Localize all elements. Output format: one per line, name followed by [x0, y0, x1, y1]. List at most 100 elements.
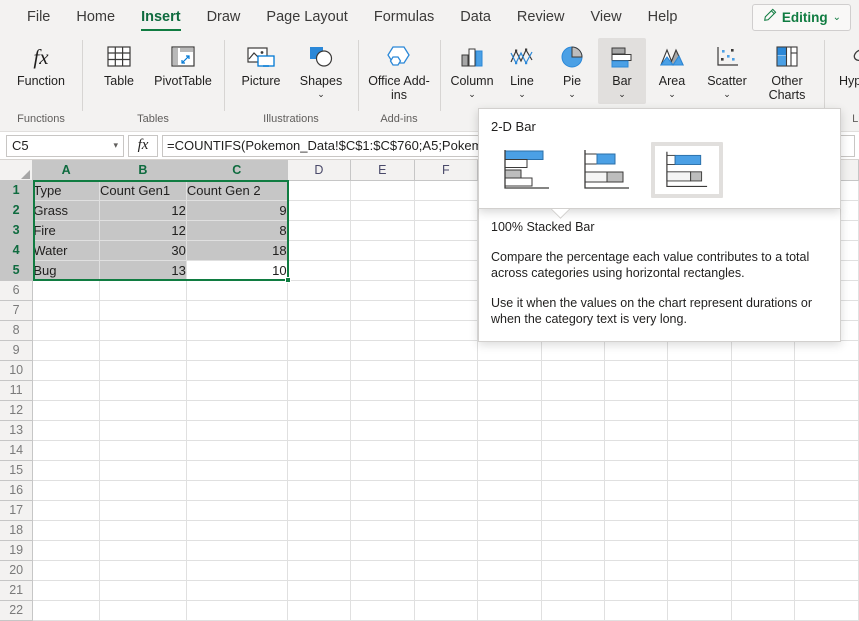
cell-a2[interactable]: Grass	[33, 200, 100, 220]
cell-i11[interactable]	[605, 380, 668, 400]
insert-hyperlink-button[interactable]: Hyperlink	[832, 38, 859, 104]
cell-a15[interactable]	[33, 460, 100, 480]
cell-e11[interactable]	[351, 380, 414, 400]
tab-view[interactable]: View	[577, 0, 634, 34]
cell-c15[interactable]	[186, 460, 287, 480]
cell-d13[interactable]	[287, 420, 350, 440]
cell-b11[interactable]	[100, 380, 187, 400]
insert-function-icon[interactable]: fx	[128, 135, 158, 157]
cell-f22[interactable]	[414, 600, 477, 620]
cell-f14[interactable]	[414, 440, 477, 460]
cell-l17[interactable]	[795, 500, 859, 520]
cell-h21[interactable]	[541, 580, 604, 600]
cell-e14[interactable]	[351, 440, 414, 460]
insert-pivottable-button[interactable]: PivotTable	[150, 38, 216, 104]
cell-d1[interactable]	[287, 180, 350, 200]
cell-j21[interactable]	[668, 580, 731, 600]
cell-j14[interactable]	[668, 440, 731, 460]
cell-a18[interactable]	[33, 520, 100, 540]
cell-b1[interactable]: Count Gen1	[100, 180, 187, 200]
row-header-14[interactable]: 14	[0, 440, 33, 460]
cell-b9[interactable]	[100, 340, 187, 360]
cell-b17[interactable]	[100, 500, 187, 520]
cell-e12[interactable]	[351, 400, 414, 420]
insert-picture-button[interactable]: Picture	[232, 38, 290, 104]
cell-d20[interactable]	[287, 560, 350, 580]
select-all-corner[interactable]	[0, 160, 33, 180]
column-header-a[interactable]: A	[33, 160, 100, 180]
tab-review[interactable]: Review	[504, 0, 578, 34]
cell-c6[interactable]	[186, 280, 287, 300]
cell-c9[interactable]	[186, 340, 287, 360]
cell-c19[interactable]	[186, 540, 287, 560]
cell-i10[interactable]	[605, 360, 668, 380]
gallery-item-clustered-bar[interactable]	[491, 142, 563, 198]
cell-b10[interactable]	[100, 360, 187, 380]
cell-b5[interactable]: 13	[100, 260, 187, 280]
cell-f9[interactable]	[414, 340, 477, 360]
cell-h16[interactable]	[541, 480, 604, 500]
insert-scatter-chart-button[interactable]: Scatter ⌄	[698, 38, 756, 104]
cell-l10[interactable]	[795, 360, 859, 380]
cell-a19[interactable]	[33, 540, 100, 560]
cell-d16[interactable]	[287, 480, 350, 500]
column-header-d[interactable]: D	[287, 160, 350, 180]
cell-b13[interactable]	[100, 420, 187, 440]
cell-f13[interactable]	[414, 420, 477, 440]
cell-d8[interactable]	[287, 320, 350, 340]
cell-i18[interactable]	[605, 520, 668, 540]
cell-c1[interactable]: Count Gen 2	[186, 180, 287, 200]
insert-column-chart-button[interactable]: Column ⌄	[448, 38, 496, 104]
cell-a22[interactable]	[33, 600, 100, 620]
column-header-b[interactable]: B	[100, 160, 187, 180]
row-header-2[interactable]: 2	[0, 200, 33, 220]
tab-insert[interactable]: Insert	[128, 0, 194, 34]
cell-e22[interactable]	[351, 600, 414, 620]
cell-e8[interactable]	[351, 320, 414, 340]
cell-e17[interactable]	[351, 500, 414, 520]
cell-d2[interactable]	[287, 200, 350, 220]
cell-e1[interactable]	[351, 180, 414, 200]
cell-e6[interactable]	[351, 280, 414, 300]
cell-j15[interactable]	[668, 460, 731, 480]
cell-g15[interactable]	[478, 460, 542, 480]
cell-h10[interactable]	[541, 360, 604, 380]
cell-d5[interactable]	[287, 260, 350, 280]
tab-file[interactable]: File	[14, 0, 63, 34]
name-box[interactable]: C5 ▾	[6, 135, 124, 157]
cell-d11[interactable]	[287, 380, 350, 400]
cell-a11[interactable]	[33, 380, 100, 400]
cell-g19[interactable]	[478, 540, 542, 560]
cell-j16[interactable]	[668, 480, 731, 500]
cell-k14[interactable]	[731, 440, 794, 460]
row-header-10[interactable]: 10	[0, 360, 33, 380]
cell-e2[interactable]	[351, 200, 414, 220]
cell-l20[interactable]	[795, 560, 859, 580]
row-header-11[interactable]: 11	[0, 380, 33, 400]
cell-f21[interactable]	[414, 580, 477, 600]
row-header-5[interactable]: 5	[0, 260, 33, 280]
cell-e10[interactable]	[351, 360, 414, 380]
cell-j19[interactable]	[668, 540, 731, 560]
column-header-e[interactable]: E	[351, 160, 414, 180]
cell-l11[interactable]	[795, 380, 859, 400]
cell-l19[interactable]	[795, 540, 859, 560]
cell-e19[interactable]	[351, 540, 414, 560]
cell-h22[interactable]	[541, 600, 604, 620]
cell-a4[interactable]: Water	[33, 240, 100, 260]
row-header-22[interactable]: 22	[0, 600, 33, 620]
cell-f11[interactable]	[414, 380, 477, 400]
tab-formulas[interactable]: Formulas	[361, 0, 447, 34]
row-header-18[interactable]: 18	[0, 520, 33, 540]
tab-home[interactable]: Home	[63, 0, 128, 34]
cell-a5[interactable]: Bug	[33, 260, 100, 280]
cell-k9[interactable]	[731, 340, 794, 360]
insert-function-button[interactable]: fx Function	[8, 38, 74, 104]
office-add-ins-button[interactable]: Office Add-ins	[366, 38, 432, 104]
row-header-19[interactable]: 19	[0, 540, 33, 560]
cell-k19[interactable]	[731, 540, 794, 560]
cell-b15[interactable]	[100, 460, 187, 480]
cell-a17[interactable]	[33, 500, 100, 520]
cell-j11[interactable]	[668, 380, 731, 400]
cell-c3[interactable]: 8	[186, 220, 287, 240]
